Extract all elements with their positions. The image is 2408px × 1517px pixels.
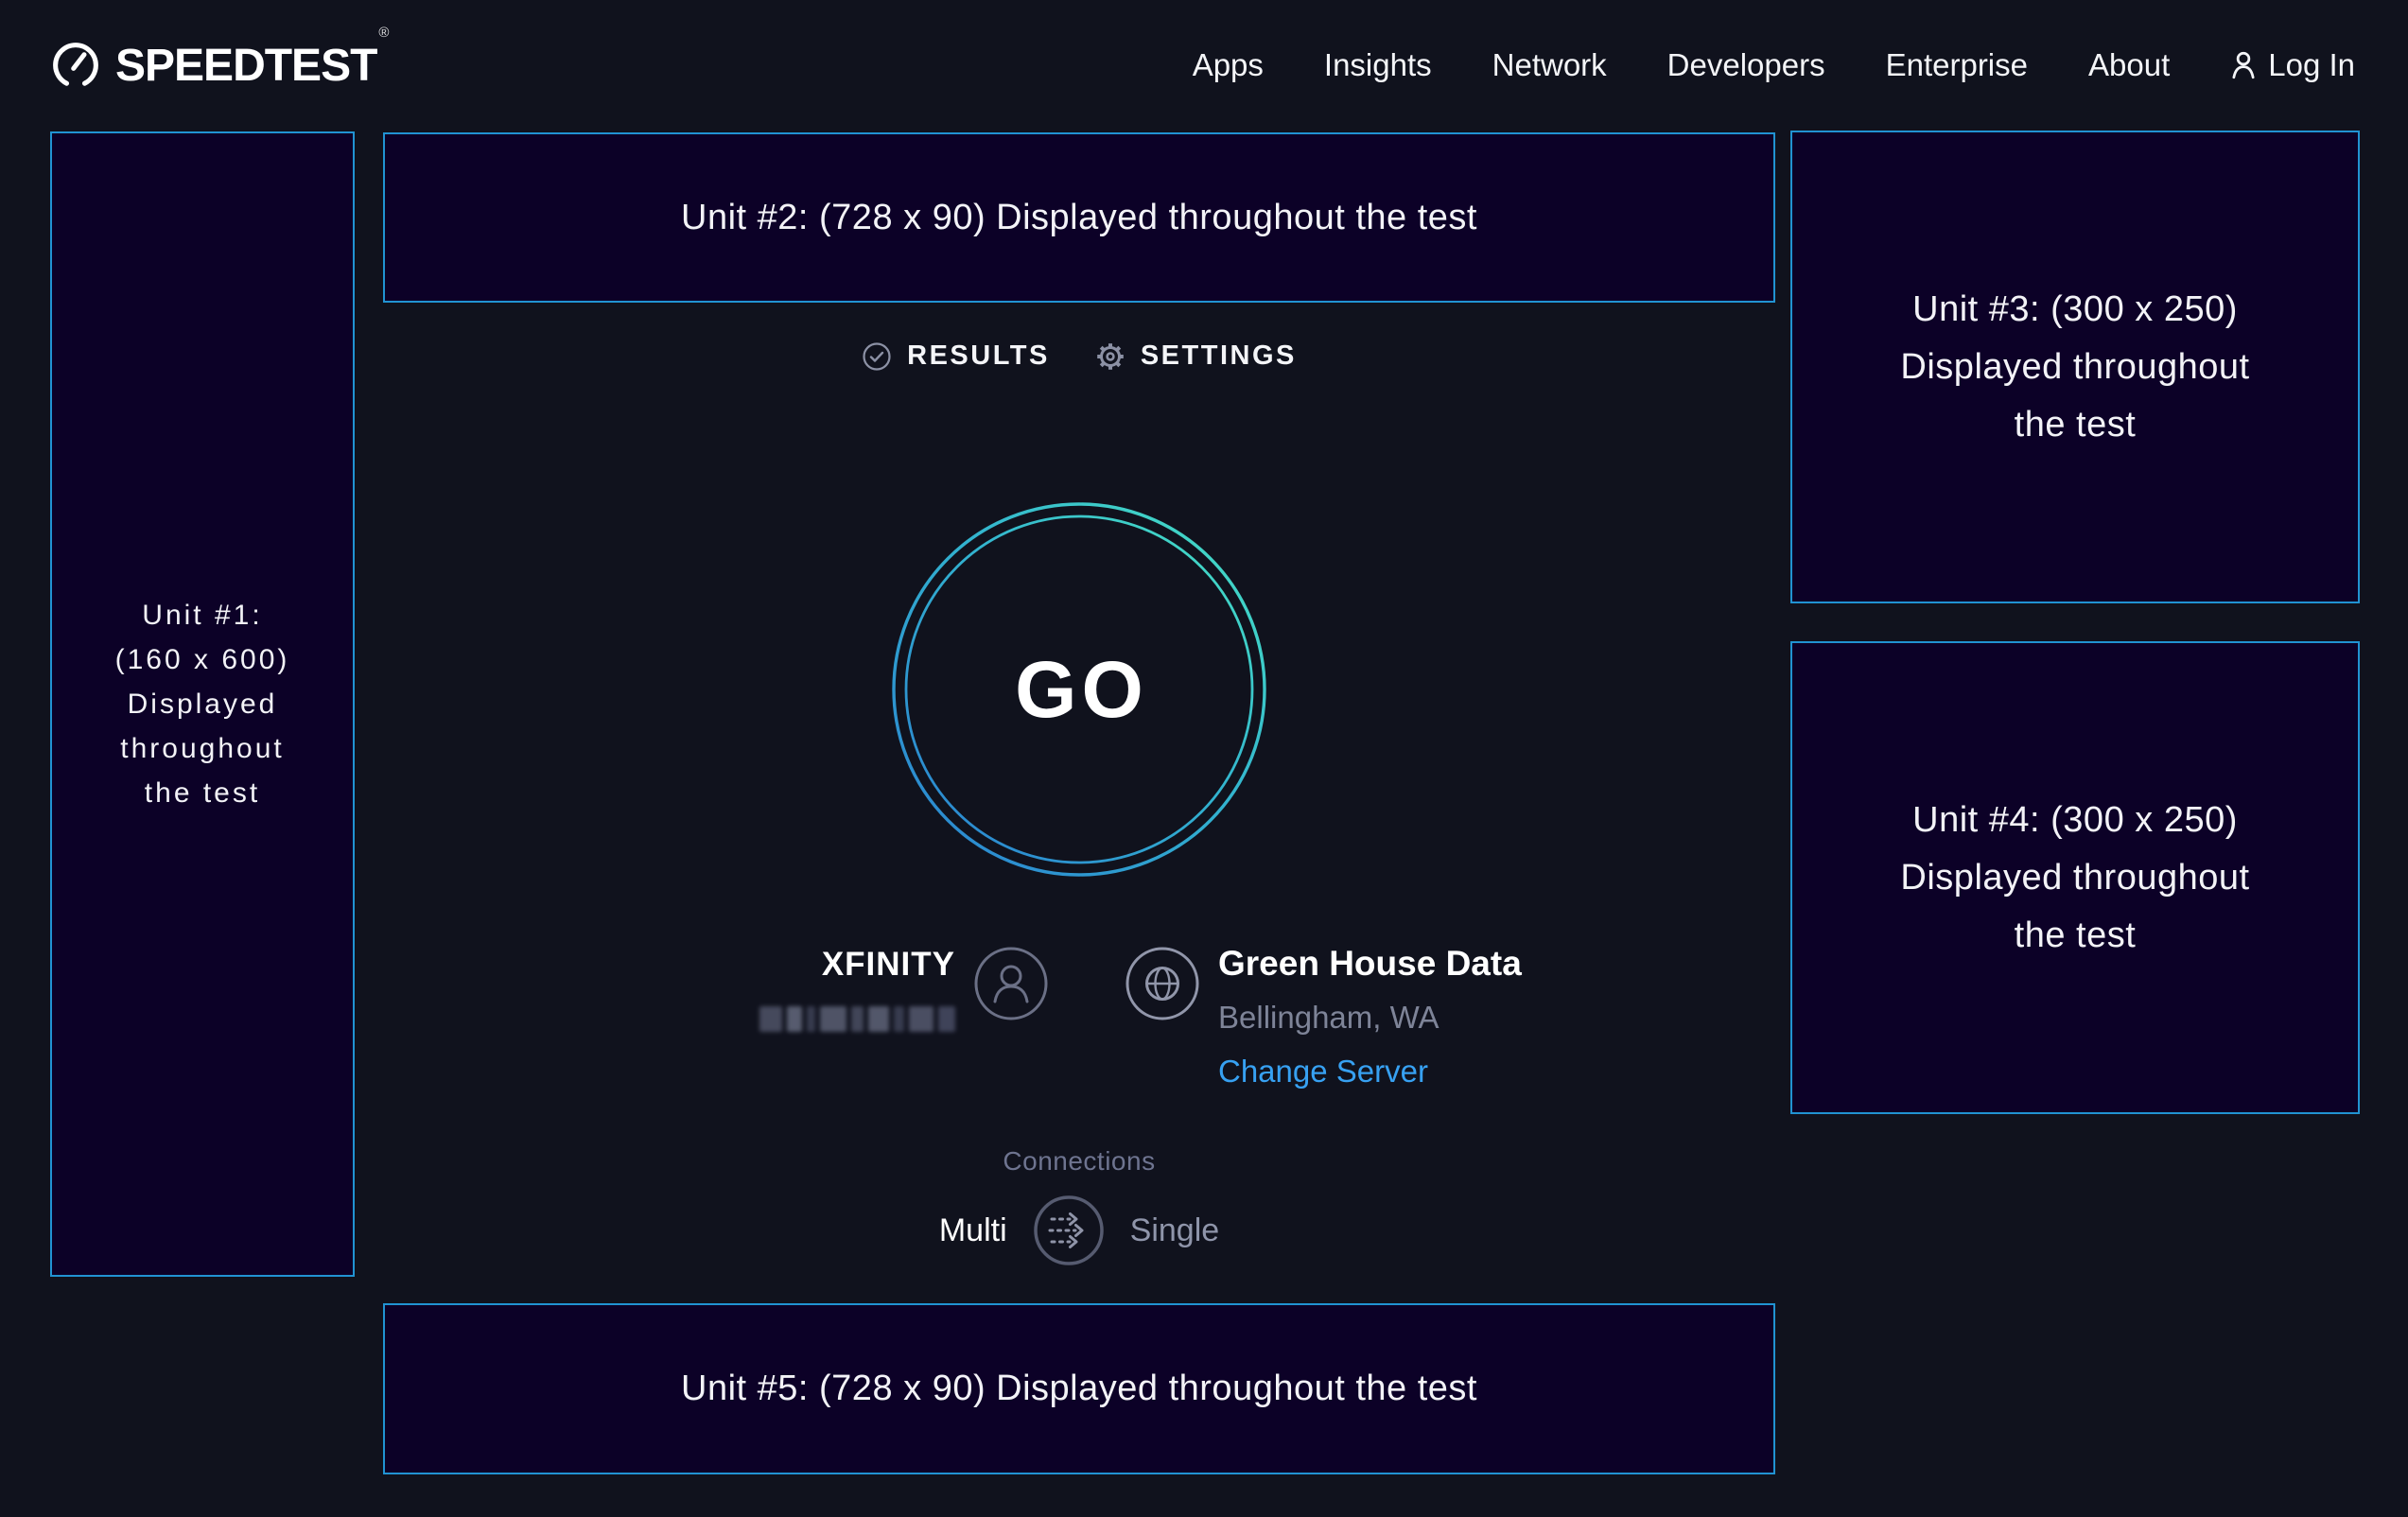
login-button[interactable]: Log In [2230, 47, 2355, 83]
ad-text-line: Unit #1: [142, 593, 262, 637]
isp-user-icon [973, 946, 1049, 1021]
main-nav: Apps Insights Network Developers Enterpr… [1193, 47, 2355, 83]
user-icon [2230, 50, 2257, 80]
ad-text-line: the test [145, 771, 260, 815]
check-circle-icon [862, 341, 892, 372]
ad-text-line: Displayed throughout [1900, 849, 2249, 907]
ad-unit-1-skyscraper[interactable]: Unit #1: (160 x 600) Displayed throughou… [50, 131, 355, 1277]
tab-settings-label: SETTINGS [1141, 340, 1297, 372]
nav-item-about[interactable]: About [2088, 47, 2170, 83]
ad-text-line: Displayed [128, 682, 278, 726]
server-info: Green House Data Bellingham, WA Change S… [1218, 944, 1522, 1090]
isp-info: XFINITY [672, 946, 955, 1037]
ad-unit-5-leaderboard[interactable]: Unit #5: (728 x 90) Displayed throughout… [383, 1303, 1775, 1474]
ad-text: Unit #2: (728 x 90) Displayed throughout… [681, 198, 1477, 238]
ad-text: Unit #5: (728 x 90) Displayed throughout… [681, 1369, 1477, 1409]
top-navigation-bar: SPEEDTEST® Apps Insights Network Develop… [0, 0, 2408, 131]
logo-text: SPEEDTEST [115, 41, 376, 91]
ad-text-line: Displayed throughout [1900, 339, 2249, 396]
ad-unit-2-leaderboard[interactable]: Unit #2: (728 x 90) Displayed throughout… [383, 132, 1775, 303]
nav-item-insights[interactable]: Insights [1324, 47, 1432, 83]
gear-icon [1095, 341, 1125, 372]
ad-text-line: the test [2015, 396, 2137, 454]
tab-results[interactable]: RESULTS [862, 340, 1050, 372]
connections-multi-option[interactable]: Multi [939, 1212, 1007, 1249]
ad-unit-3-rectangle[interactable]: Unit #3: (300 x 250) Displayed throughou… [1790, 131, 2360, 603]
tab-settings[interactable]: SETTINGS [1095, 340, 1297, 372]
connections-toggle-icon[interactable] [1032, 1194, 1106, 1267]
login-label: Log In [2268, 47, 2355, 83]
ad-text-line: the test [2015, 907, 2137, 965]
isp-details-masked [759, 1006, 955, 1032]
isp-name: XFINITY [672, 946, 955, 984]
server-location: Bellingham, WA [1218, 1000, 1522, 1036]
connections-single-option[interactable]: Single [1130, 1212, 1220, 1249]
nav-item-developers[interactable]: Developers [1667, 47, 1825, 83]
go-button-label: GO [890, 500, 1268, 879]
ad-unit-4-rectangle[interactable]: Unit #4: (300 x 250) Displayed throughou… [1790, 641, 2360, 1114]
globe-icon [1125, 946, 1200, 1021]
nav-item-enterprise[interactable]: Enterprise [1886, 47, 2028, 83]
ad-text-line: throughout [120, 726, 284, 771]
speedometer-gauge-icon [50, 40, 101, 91]
change-server-link[interactable]: Change Server [1218, 1054, 1522, 1090]
view-tabs: RESULTS SETTINGS [383, 340, 1775, 372]
nav-item-network[interactable]: Network [1492, 47, 1607, 83]
go-button[interactable]: GO [890, 500, 1268, 879]
server-name: Green House Data [1218, 944, 1522, 984]
speedtest-page: SPEEDTEST® Apps Insights Network Develop… [0, 0, 2408, 1517]
logo-wordmark: SPEEDTEST® [115, 40, 387, 92]
speedtest-logo[interactable]: SPEEDTEST® [50, 40, 387, 92]
tab-results-label: RESULTS [907, 340, 1050, 372]
ad-text-line: Unit #4: (300 x 250) [1912, 792, 2238, 849]
nav-item-apps[interactable]: Apps [1193, 47, 1264, 83]
ad-text-line: (160 x 600) [115, 637, 290, 682]
ad-text-line: Unit #3: (300 x 250) [1912, 281, 2238, 339]
connections-toggle-row: Multi Single [383, 1194, 1775, 1267]
trademark-mark: ® [378, 25, 389, 41]
connections-label: Connections [383, 1146, 1775, 1177]
